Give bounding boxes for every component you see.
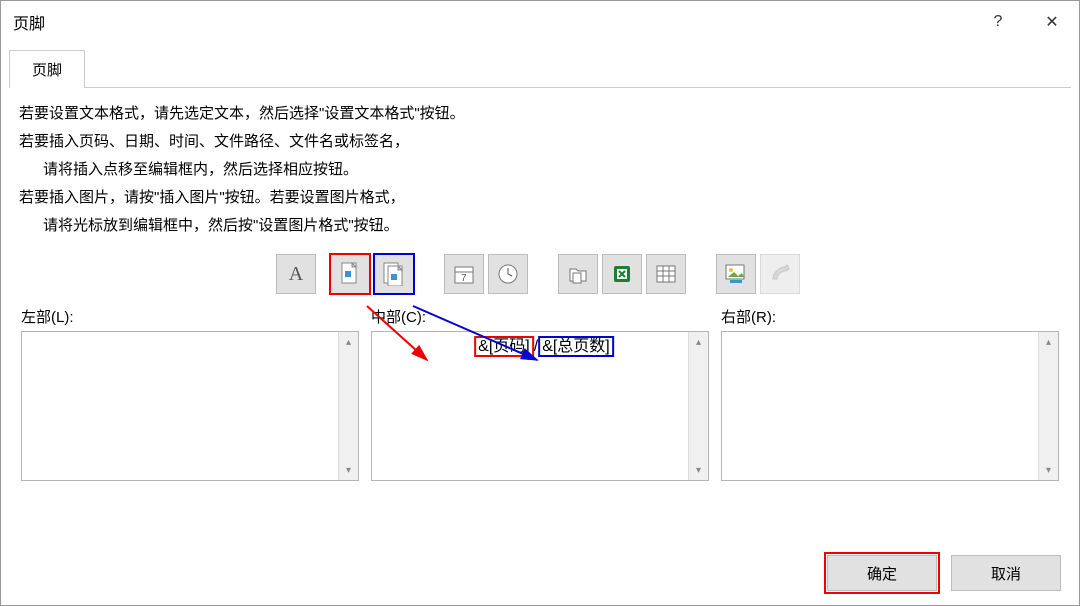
- ok-button[interactable]: 确定: [827, 555, 937, 591]
- right-section: 右部(R): ▴ ▾: [721, 306, 1059, 521]
- left-textarea[interactable]: ▴ ▾: [21, 331, 359, 481]
- window-controls: ? ✕: [971, 1, 1079, 43]
- insert-picture-button[interactable]: [716, 254, 756, 294]
- file-name-icon: [611, 263, 633, 285]
- insert-page-number-button[interactable]: [330, 254, 370, 294]
- scroll-up-icon[interactable]: ▴: [689, 332, 709, 352]
- scroll-down-icon[interactable]: ▾: [689, 460, 709, 480]
- file-path-icon: [567, 263, 589, 285]
- text-a-icon: A: [289, 263, 303, 286]
- dialog-footer: 确定 取消: [1, 541, 1079, 605]
- dialog-title: 页脚: [13, 10, 45, 34]
- scroll-up-icon[interactable]: ▴: [339, 332, 359, 352]
- page-number-icon: [340, 262, 360, 286]
- insert-file-path-button[interactable]: [558, 254, 598, 294]
- scroll-down-icon[interactable]: ▾: [1039, 460, 1059, 480]
- right-textarea[interactable]: ▴ ▾: [721, 331, 1059, 481]
- toolbar: A 7: [19, 254, 1061, 296]
- center-section: 中部(C): &[页码]/&[总页数] ▴ ▾: [371, 306, 709, 521]
- scrollbar[interactable]: ▴ ▾: [338, 332, 358, 480]
- insert-time-button[interactable]: [488, 254, 528, 294]
- instruction-text: 若要设置文本格式，请先选定文本，然后选择"设置文本格式"按钮。 若要插入页码、日…: [19, 100, 1061, 240]
- time-icon: [497, 263, 519, 285]
- format-picture-button: [760, 254, 800, 294]
- tab-strip: 页脚: [1, 49, 1079, 87]
- tab-footer[interactable]: 页脚: [9, 50, 85, 88]
- svg-text:7: 7: [461, 273, 467, 284]
- center-textarea[interactable]: &[页码]/&[总页数] ▴ ▾: [371, 331, 709, 481]
- format-picture-icon: [769, 263, 791, 285]
- left-section-label: 左部(L):: [21, 306, 359, 327]
- center-content: &[页码]/&[总页数]: [474, 336, 614, 358]
- date-icon: 7: [453, 263, 475, 285]
- sheet-name-icon: [655, 263, 677, 285]
- instruction-line: 若要插入图片，请按"插入图片"按钮。若要设置图片格式，: [19, 184, 1061, 212]
- instruction-line: 请将插入点移至编辑框内，然后选择相应按钮。: [19, 156, 1061, 184]
- scrollbar[interactable]: ▴ ▾: [688, 332, 708, 480]
- text-format-button[interactable]: A: [276, 254, 316, 294]
- instruction-line: 若要插入页码、日期、时间、文件路径、文件名或标签名，: [19, 128, 1061, 156]
- close-button[interactable]: ✕: [1025, 1, 1079, 43]
- cancel-button[interactable]: 取消: [951, 555, 1061, 591]
- left-section: 左部(L): ▴ ▾: [21, 306, 359, 521]
- scroll-up-icon[interactable]: ▴: [1039, 332, 1059, 352]
- right-section-label: 右部(R):: [721, 306, 1059, 327]
- total-pages-token: &[总页数]: [538, 336, 614, 357]
- footer-dialog: 页脚 ? ✕ 页脚 若要设置文本格式，请先选定文本，然后选择"设置文本格式"按钮…: [0, 0, 1080, 606]
- insert-picture-icon: [724, 263, 748, 285]
- total-pages-icon: [382, 262, 406, 286]
- dialog-content: 若要设置文本格式，请先选定文本，然后选择"设置文本格式"按钮。 若要插入页码、日…: [9, 87, 1071, 533]
- insert-sheet-name-button[interactable]: [646, 254, 686, 294]
- instruction-line: 请将光标放到编辑框中，然后按"设置图片格式"按钮。: [19, 212, 1061, 240]
- scrollbar[interactable]: ▴ ▾: [1038, 332, 1058, 480]
- section-fields: 左部(L): ▴ ▾ 中部(C): &[页码]/&[总页数]: [19, 306, 1061, 521]
- insert-total-pages-button[interactable]: [374, 254, 414, 294]
- center-section-label: 中部(C):: [371, 306, 709, 327]
- scroll-down-icon[interactable]: ▾: [339, 460, 359, 480]
- titlebar: 页脚 ? ✕: [1, 1, 1079, 43]
- help-button[interactable]: ?: [971, 1, 1025, 43]
- page-number-token: &[页码]: [474, 336, 534, 357]
- insert-file-name-button[interactable]: [602, 254, 642, 294]
- instruction-line: 若要设置文本格式，请先选定文本，然后选择"设置文本格式"按钮。: [19, 100, 1061, 128]
- insert-date-button[interactable]: 7: [444, 254, 484, 294]
